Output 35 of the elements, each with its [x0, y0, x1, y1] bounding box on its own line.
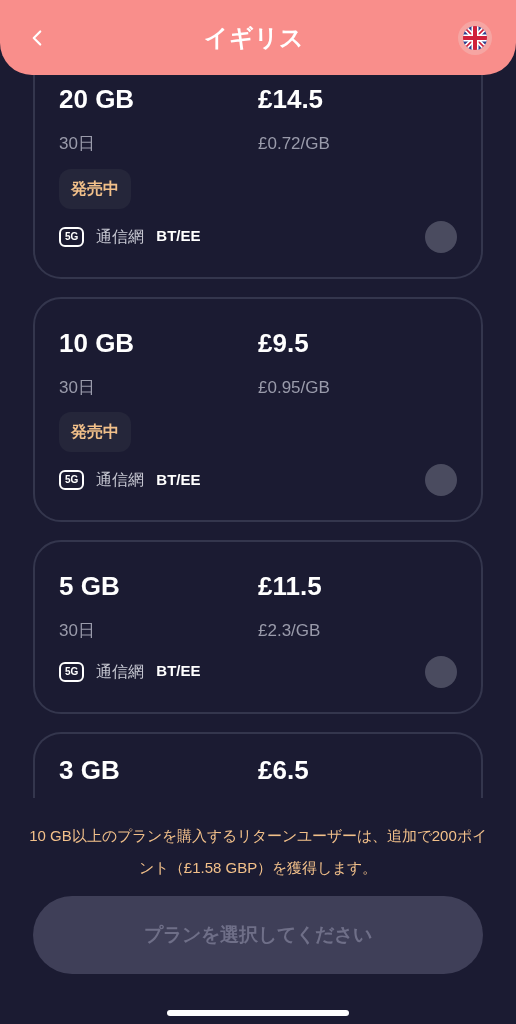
- network-badge: 5G: [59, 661, 85, 682]
- plan-card[interactable]: 5 GB £11.5 30日 £2.3/GB 5G 通信網 BT/EE: [33, 540, 483, 714]
- data-amount: 3 GB: [59, 753, 121, 786]
- network-name: BT/EE: [156, 469, 201, 490]
- plan-price: £11.5: [258, 570, 323, 602]
- page-title: イギリス: [204, 22, 304, 53]
- price-per-gb: £0.95/GB: [258, 376, 331, 399]
- on-sale-badge: 発売中: [59, 168, 131, 209]
- price-per-gb: £2.3/GB: [258, 620, 322, 642]
- radio-button[interactable]: [425, 464, 457, 496]
- plan-price: £6.5: [258, 753, 310, 786]
- data-amount: 20 GB: [59, 83, 136, 115]
- uk-flag-icon: [458, 20, 492, 55]
- network-badge: 5G: [59, 226, 85, 247]
- validity-days: 30日: [59, 131, 258, 157]
- data-amount: 5 GB: [59, 570, 121, 602]
- bonus-notice: 10 GB以上のプランを購入するリターンユーザーは、追加で200ポイント（£1.58 GBP）を獲得します。: [28, 826, 488, 878]
- price-per-gb: £0.72/GB: [258, 133, 331, 155]
- network-name: BT/EE: [156, 226, 201, 247]
- plan-card[interactable]: 3 GB £6.5: [33, 731, 483, 798]
- network-name: BT/EE: [156, 661, 201, 682]
- radio-button[interactable]: [425, 220, 457, 253]
- plan-price: £14.5: [258, 83, 325, 115]
- data-amount: 10 GB: [59, 326, 136, 359]
- plan-card[interactable]: 20 GB £14.5 30日 £0.72/GB 発売中 5G 通信網 BT/EE: [33, 75, 483, 279]
- on-sale-badge: 発売中: [59, 412, 131, 452]
- network-badge: 5G: [59, 470, 85, 490]
- validity-days: 30日: [59, 374, 258, 400]
- plan-price: £9.5: [258, 326, 310, 359]
- plan-card[interactable]: 10 GB £9.5 30日 £0.95/GB 発売中 5G 通信網 BT/EE: [33, 296, 483, 522]
- radio-button[interactable]: [425, 655, 457, 688]
- network-label: 通信網: [96, 226, 145, 247]
- validity-days: 30日: [59, 618, 258, 644]
- network-label: 通信網: [96, 661, 145, 682]
- network-label: 通信網: [96, 470, 145, 490]
